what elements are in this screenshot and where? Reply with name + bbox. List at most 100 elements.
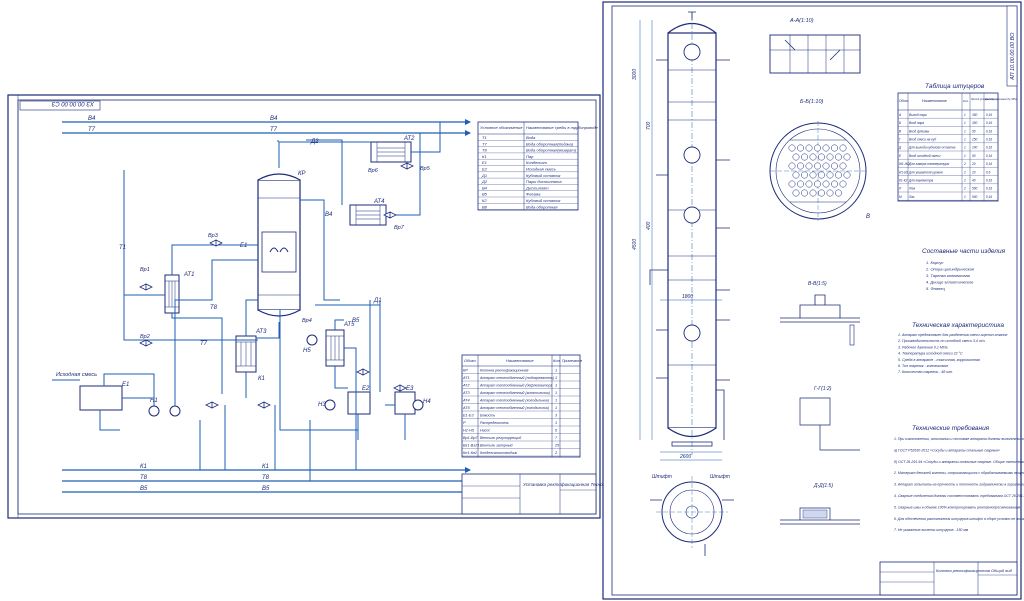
line-label-bottom-3b: В5: [262, 486, 270, 492]
nozzle-pn: 0,16: [986, 162, 992, 166]
detail-v-title: В-В(1:5): [808, 281, 827, 287]
tech-req-item: 7. Не указанные вылеты штуцеров - 150 мм: [894, 528, 969, 532]
stream-v5: В5: [352, 318, 360, 324]
bubble-cap: [818, 153, 825, 161]
stream-t8: Т8: [210, 305, 218, 311]
bubble-cap: [805, 144, 813, 152]
line-label-top-1: В4: [88, 116, 96, 122]
spec-header-1: Обозн.: [464, 358, 477, 363]
detail-d-title: Д-Д(1:5): [813, 483, 833, 489]
line-label-bottom-1: К1: [140, 464, 147, 470]
spec-name: Аппарат теплообменный (кипятильник): [479, 391, 550, 395]
detail-g-title: Г-Г(1:2): [814, 386, 832, 392]
legend-medium: Флегма: [526, 192, 541, 197]
parts-title: Составные части изделия: [922, 247, 1006, 255]
legend-code: В4: [482, 185, 488, 190]
nozzle-pn: 0,16: [986, 113, 992, 117]
bubble-cap: [831, 162, 838, 170]
nozzle-designation: А: [898, 113, 901, 117]
spec-name: Емкость: [480, 414, 495, 418]
nozzle-qty: 1: [964, 113, 966, 117]
bubble-cap: [805, 180, 813, 188]
tech-char-item: 5. Среда в аппарате - токсичная, коррози…: [898, 358, 980, 362]
bubble-cap: [839, 162, 847, 170]
nozzle-pn: 0,16: [986, 179, 992, 183]
bubble-cap: [788, 180, 796, 188]
nozzle-qty: 1: [964, 129, 966, 133]
bubble-cap: [809, 153, 817, 161]
line-label-top-1b: В4: [270, 116, 278, 122]
legend-code: Т7: [482, 141, 487, 146]
nozzle-dn: 150: [972, 138, 978, 142]
tech-req-item: 1. При изготовлении, испытании и поставк…: [894, 437, 1024, 441]
tech-req-title: Технические требования: [912, 424, 990, 432]
tech-char-item: 7. Количество тарелок - 48 шт.: [898, 370, 953, 374]
tech-req-item: б) ОСТ 26-291-94 «Сосуды и аппараты стал…: [894, 460, 1024, 464]
line-label-bottom-3: В5: [140, 486, 148, 492]
spec-qty: 1: [555, 399, 557, 403]
legend-code: Т1: [482, 135, 487, 140]
legend-code: К2: [482, 198, 487, 203]
feed-label: Исходная смесь: [56, 372, 97, 378]
nozzle-dn: 100: [972, 146, 978, 150]
label-e3: Е3: [406, 386, 414, 392]
spec-designation: КР: [463, 369, 468, 373]
bubble-cap: [839, 180, 847, 188]
legend-code: Т8: [482, 148, 487, 153]
sheet2-title-block: Колонна ректификационная Общий вид: [879, 561, 1018, 596]
view-a-a-title: А-А(1:10): [789, 18, 814, 24]
nozzle-qty: 2: [963, 187, 966, 191]
dim-6: 700: [646, 121, 652, 130]
part-item: 2. Опора цилиндрическая: [925, 267, 975, 272]
stream-d1: Д1: [373, 298, 382, 304]
bubble-cap: [788, 144, 796, 152]
bubble-cap: [839, 144, 847, 152]
nozzle-name: Для указателя уровня: [908, 170, 943, 174]
label-n5: Н5: [303, 348, 311, 354]
bubble-cap: [801, 189, 808, 197]
spec-designation: Кп1-Кп2: [463, 451, 478, 455]
nozzle-qty: 2: [963, 170, 966, 174]
spec-designation: Е1-Е3: [463, 414, 474, 418]
legend-medium: Дистиллят: [525, 185, 549, 190]
stream-v4: В4: [325, 212, 333, 218]
nozzle-name: Лаз: [908, 195, 915, 199]
dim-2: 1800: [682, 294, 693, 300]
bubble-cap: [826, 189, 834, 197]
nozzle-pn: 0,16: [986, 146, 992, 150]
spec-designation: АТ5: [462, 406, 470, 410]
bubble-cap: [801, 171, 808, 179]
nozzle-qty: 1: [964, 138, 966, 142]
nozzle-qty: 2: [963, 162, 966, 166]
bubble-cap: [843, 171, 851, 179]
stream-t1: Т1: [119, 245, 126, 251]
label-n4: Н4: [423, 399, 431, 405]
label-at1: АТ1: [183, 272, 194, 278]
nozzle-pn: 0,16: [986, 195, 992, 199]
legend-medium: Кубовый остаток: [526, 198, 561, 203]
spec-header-3: Кол.: [553, 358, 561, 363]
spec-name: Распределитель: [480, 421, 509, 425]
nozzle-table-title: Таблица штуцеров: [925, 82, 985, 90]
legend-header-2: Наименование среды в трубопроводе: [526, 125, 599, 130]
spec-name: Аппарат теплообменный (дефлегматор): [479, 384, 552, 388]
spec-designation: Н1-Н5: [463, 429, 475, 433]
nozzle-name: Вход смеси на куб: [909, 138, 936, 142]
bubble-cap: [797, 162, 804, 170]
legend-code: В5: [482, 192, 488, 197]
tech-req-item: а) ГОСТ Р52630-2012 «Сосуды и аппараты с…: [894, 448, 1000, 452]
bubble-cap: [822, 180, 830, 188]
legend-code: Д1: [481, 173, 487, 178]
nozzle-name: Люк: [908, 187, 916, 191]
nozzle-dn: 350: [972, 113, 978, 117]
stream-d2: Д2: [310, 139, 319, 145]
view-label-1: Штифт: [652, 474, 672, 480]
label-vr2: Вр2: [140, 334, 150, 340]
legend-code: Е1: [482, 160, 487, 165]
label-vr5: Вр5: [420, 166, 431, 172]
nozzle-designation: Б: [899, 121, 901, 125]
nozzle-pn: 0,16: [986, 187, 992, 191]
stream-e1: Е1: [240, 243, 247, 249]
nozzle-header-5: Давление условное Ру, МПа: [984, 98, 1017, 101]
nozzle-designation: К1-К2: [899, 179, 908, 183]
